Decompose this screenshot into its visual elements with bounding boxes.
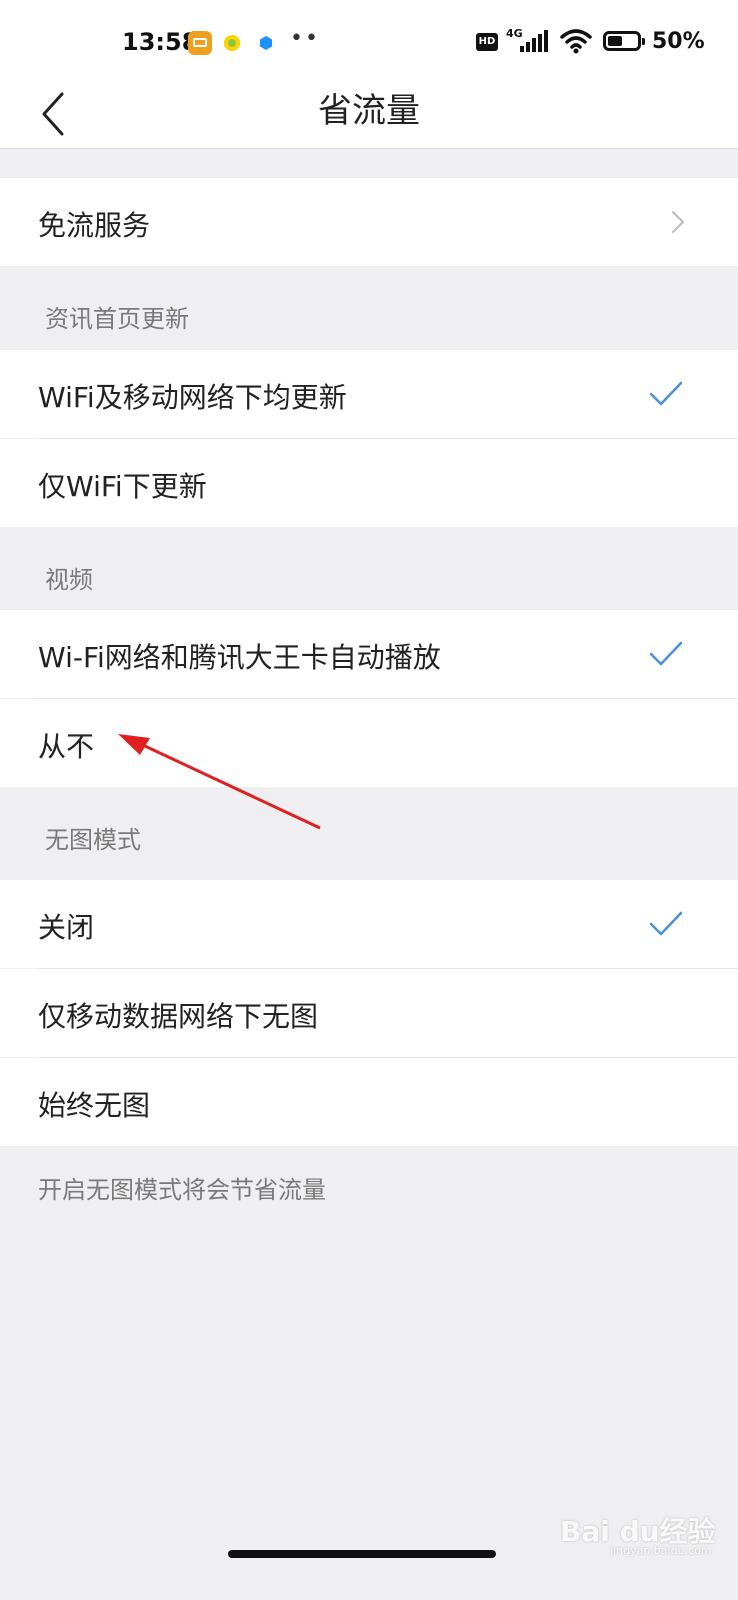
option-no-image-mobile[interactable]: 仅移动数据网络下无图 <box>0 969 738 1057</box>
page-title: 省流量 <box>318 91 420 131</box>
nav-bar: 省流量 <box>0 80 738 149</box>
option-label: 关闭 <box>38 911 95 944</box>
option-video-autoplay[interactable]: Wi-Fi网络和腾讯大王卡自动播放 <box>0 610 738 698</box>
hd-icon: HD <box>476 33 498 51</box>
option-label: 始终无图 <box>38 1089 151 1122</box>
checkmark-icon <box>649 911 683 936</box>
home-indicator[interactable] <box>228 1550 496 1558</box>
free-service-label: 免流服务 <box>38 209 151 242</box>
section-header-video: 视频 <box>45 566 93 594</box>
option-news-wifi-only[interactable]: 仅WiFi下更新 <box>0 439 738 527</box>
option-label: Wi-Fi网络和腾讯大王卡自动播放 <box>38 641 441 674</box>
battery-percent: 50% <box>652 29 705 54</box>
option-news-both[interactable]: WiFi及移动网络下均更新 <box>0 350 738 438</box>
option-label: WiFi及移动网络下均更新 <box>38 381 347 414</box>
option-no-image-always[interactable]: 始终无图 <box>0 1058 738 1146</box>
checkmark-icon <box>649 381 683 406</box>
option-label: 从不 <box>38 730 95 763</box>
section-header-no-image: 无图模式 <box>45 826 141 854</box>
app-notification-icon <box>220 31 244 55</box>
section-header-news: 资讯首页更新 <box>45 305 189 333</box>
option-no-image-off[interactable]: 关闭 <box>0 880 738 968</box>
option-video-never[interactable]: 从不 <box>0 699 738 787</box>
status-time: 13:58 <box>122 28 199 56</box>
checkmark-icon <box>649 641 683 666</box>
app-notification-icon <box>254 31 278 55</box>
footer-note: 开启无图模式将会节省流量 <box>38 1176 326 1204</box>
option-label: 仅移动数据网络下无图 <box>38 1000 319 1033</box>
battery-icon <box>603 31 645 51</box>
mail-notification-icon <box>188 31 212 55</box>
option-label: 仅WiFi下更新 <box>38 470 207 503</box>
signal-icon <box>520 30 550 52</box>
more-notifications-icon: •• <box>290 26 320 51</box>
watermark-url: jingyan.baidu.com <box>610 1544 712 1557</box>
chevron-right-icon <box>672 211 685 233</box>
wifi-icon <box>560 29 592 54</box>
status-bar: 13:58 •• HD 4G 50% <box>0 0 738 80</box>
free-service-row[interactable]: 免流服务 <box>0 178 738 266</box>
